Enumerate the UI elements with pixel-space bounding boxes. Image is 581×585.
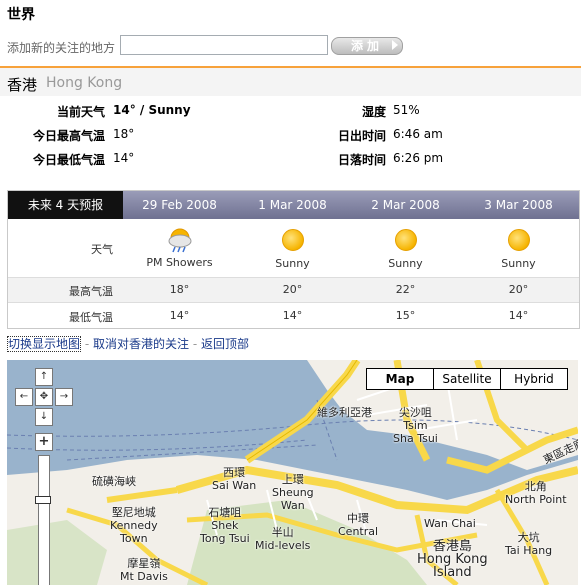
map-label: 香港島 Hong Kong Island [417,539,488,580]
today-low-label: 今日最低气温 [32,153,105,167]
forecast-date: 29 Feb 2008 [142,198,217,212]
forecast-high: 20° [282,283,303,296]
sunny-icon [394,229,417,251]
forecast-low: 14° [508,309,529,322]
forecast-low-row: 最低气温 14° 14° 15° 14° [8,303,579,328]
sunrise-label: 日出时间 [337,129,386,143]
add-location-row: 添加新的关注的地方 添加 [7,35,407,57]
map-label: 中環 Central [338,512,379,538]
map[interactable]: 維多利亞港 尖沙咀 Tsim Sha Tsui 硫磺海峽 西環 Sai Wan … [7,360,578,585]
map-type-hybrid[interactable]: Hybrid [500,369,567,389]
forecast-high: 18° [169,283,190,296]
forecast-high: 20° [508,283,529,296]
forecast-high-row: 最高气温 18° 20° 22° 20° [8,278,579,303]
link-separator: - [192,337,198,351]
pan-center-icon[interactable]: ✥ [35,388,53,406]
map-label: 摩星嶺 Mt Davis [120,557,168,583]
map-type-selector: Map Satellite Hybrid [366,368,568,390]
forecast-day: PM Showers [123,227,236,269]
humidity-label: 湿度 [361,105,386,119]
sunrise-value: 6:46 am [393,127,443,141]
zoom-slider-track[interactable] [38,455,50,585]
map-label: 尖沙咀 Tsim Sha Tsui [393,406,438,445]
forecast-low: 14° [169,309,190,322]
forecast-day: Sunny [462,229,575,270]
forecast-condition: PM Showers [146,256,213,269]
map-label: 堅尼地城 Kennedy Town [110,506,158,545]
forecast-header: 未来 4 天预报 29 Feb 2008 1 Mar 2008 2 Mar 20… [8,191,579,219]
arrow-right-icon [392,40,398,50]
current-condition-value: 14° / Sunny [113,103,191,117]
map-label: 石塘咀 Shek Tong Tsui [200,506,250,545]
humidity-value: 51% [393,103,420,117]
city-header: 香港 Hong Kong [0,68,581,96]
forecast-low: 14° [282,309,303,322]
map-label: Wan Chai [424,517,476,530]
map-label: 西環 Sai Wan [212,466,257,492]
forecast-high: 22° [395,283,416,296]
toggle-map-link[interactable]: 切换显示地图 [7,336,82,352]
page-title: 世界 [7,7,35,23]
forecast-date: 1 Mar 2008 [258,198,327,212]
pan-left-icon[interactable]: ← [15,388,33,406]
add-location-label: 添加新的关注的地方 [7,41,116,55]
map-type-satellite[interactable]: Satellite [433,369,500,389]
map-label: 北角 North Point [505,480,567,506]
pan-right-icon[interactable]: → [55,388,73,406]
sunny-icon [507,229,530,251]
pan-down-icon[interactable]: ↓ [35,408,53,426]
forecast-day: Sunny [349,229,462,270]
map-label: 半山 Mid-levels [255,526,311,552]
forecast-table: 未来 4 天预报 29 Feb 2008 1 Mar 2008 2 Mar 20… [7,190,580,329]
link-separator: - [84,337,90,351]
current-condition-label: 当前天气 [56,105,105,119]
row-label-high: 最高气温 [69,285,113,298]
forecast-title: 未来 4 天预报 [8,191,123,219]
today-high-value: 18° [113,127,135,141]
sunset-label: 日落时间 [337,153,386,167]
forecast-condition: Sunny [275,257,310,270]
zoom-slider-handle[interactable] [35,496,51,504]
forecast-weather-row: 天气 PM Showers Sunny Sunny Sunny [8,219,579,278]
map-label: 大坑 Tai Hang [505,531,553,557]
unfollow-link[interactable]: 取消对香港的关注 [93,337,189,351]
pm-showers-icon [168,228,191,253]
map-label: 上環 Sheung Wan [272,473,314,512]
zoom-in-icon[interactable]: + [35,433,53,451]
forecast-condition: Sunny [388,257,423,270]
row-label-weather: 天气 [91,243,113,256]
sunny-icon [281,229,304,251]
map-label: 硫磺海峽 [92,475,136,488]
back-to-top-link[interactable]: 返回顶部 [201,337,249,351]
pan-up-icon[interactable]: ↑ [35,368,53,386]
today-low-value: 14° [113,151,135,165]
today-high-label: 今日最高气温 [32,129,105,143]
forecast-date: 2 Mar 2008 [371,198,440,212]
city-name-zh: 香港 [7,76,38,94]
forecast-day: Sunny [236,229,349,270]
add-button[interactable]: 添加 [331,37,403,55]
forecast-low: 15° [395,309,416,322]
sunset-value: 6:26 pm [393,151,444,165]
add-button-label: 添加 [350,39,383,53]
add-location-input[interactable] [120,35,328,55]
forecast-date: 3 Mar 2008 [484,198,553,212]
map-label: 維多利亞港 [317,406,372,419]
row-label-low: 最低气温 [69,311,113,324]
action-links: 切换显示地图 - 取消对香港的关注 - 返回顶部 [7,335,249,352]
map-type-map[interactable]: Map [367,369,433,389]
forecast-condition: Sunny [501,257,536,270]
city-name-en: Hong Kong [46,75,123,91]
